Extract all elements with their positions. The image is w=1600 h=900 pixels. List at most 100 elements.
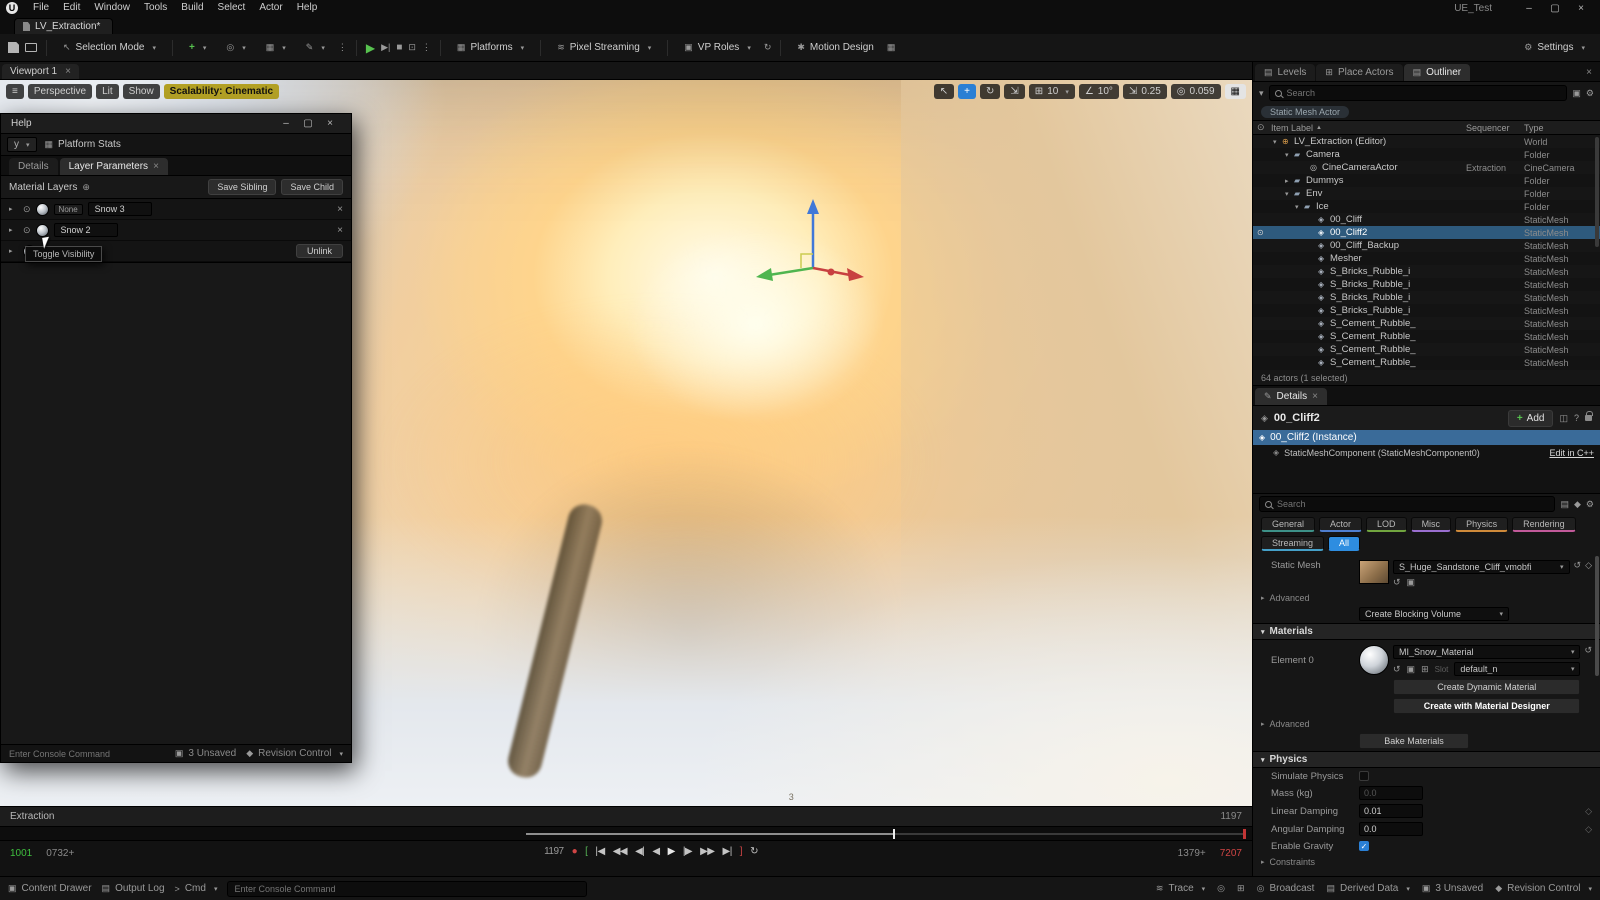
visibility-column-icon[interactable]: ⊙ [1257, 122, 1271, 133]
create-dynamic-material-button[interactable]: Create Dynamic Material [1393, 679, 1581, 695]
editor-modes-dropdown[interactable]: ✎ ▾ [299, 39, 332, 56]
scale-snap-toggle[interactable]: ⇲ 0.25 [1122, 84, 1167, 99]
outliner-row[interactable]: ⊙ ◈ 00_Cliff2 StaticMesh [1253, 226, 1600, 239]
outliner-search-input[interactable] [1286, 88, 1562, 98]
panes-icon[interactable]: ◫ [1559, 413, 1568, 424]
layer-thumbnail[interactable] [35, 202, 49, 216]
transport-button[interactable]: |▶ [683, 846, 693, 857]
type-column[interactable]: Type [1524, 123, 1596, 133]
sequencer-column[interactable]: Sequencer [1466, 123, 1524, 133]
transport-button[interactable]: [ [585, 846, 588, 857]
unsaved-indicator[interactable]: ▣ 3 Unsaved [1422, 883, 1483, 894]
instance-row[interactable]: ◈ 00_Cliff2 (Instance) [1253, 430, 1600, 445]
trace-dropdown[interactable]: ≋ Trace ▾ [1156, 883, 1205, 894]
kebab-menu-icon[interactable]: ⋮ [338, 42, 347, 53]
outliner-row[interactable]: ◈ S_Cement_Rubble_ StaticMesh [1253, 317, 1600, 330]
transport-button[interactable]: ● [572, 846, 578, 857]
materials-section-header[interactable]: ▾ Materials [1253, 623, 1600, 640]
use-selected-icon[interactable]: ↺ [1393, 664, 1401, 675]
save-child-button[interactable]: Save Child [281, 179, 343, 195]
add-component-button[interactable]: + Add [1507, 409, 1554, 427]
selection-mode-dropdown[interactable]: ↖ Selection Mode ▾ [56, 39, 163, 56]
menu-item[interactable]: Build [174, 0, 210, 16]
details-scrollbar[interactable] [1595, 556, 1599, 676]
window-close-button[interactable]: × [1568, 3, 1594, 14]
expand-arrow-icon[interactable]: ▾ [1285, 190, 1294, 198]
visibility-eye-icon[interactable]: ⊙ [23, 204, 31, 215]
create-blocking-volume-dropdown[interactable]: Create Blocking Volume ▾ [1359, 607, 1509, 621]
outliner-row[interactable]: ▸ ▰ Dummys Folder [1253, 174, 1600, 187]
category-chip[interactable]: Misc [1410, 517, 1452, 532]
tab-details[interactable]: ✎ Details × [1255, 388, 1327, 405]
category-chip[interactable]: All [1328, 536, 1361, 551]
menu-item[interactable]: Window [87, 0, 137, 16]
revert-diamond-icon[interactable]: ◇ [1585, 560, 1592, 571]
category-dropdown[interactable]: y ▾ [7, 137, 37, 152]
outliner-row[interactable]: ◈ S_Cement_Rubble_ StaticMesh [1253, 330, 1600, 343]
browse-to-asset-icon[interactable]: ▣ [1407, 577, 1416, 588]
expand-arrow-icon[interactable]: ▸ [9, 247, 18, 255]
expand-arrow-icon[interactable]: ▸ [1285, 177, 1294, 185]
window-minimize-button[interactable]: – [275, 118, 297, 129]
add-actor-dropdown[interactable]: + ▾ [182, 39, 213, 56]
close-icon[interactable]: × [153, 161, 159, 172]
outliner-row[interactable]: ◈ S_Cement_Rubble_ StaticMesh [1253, 343, 1600, 356]
vp-roles-dropdown[interactable]: ▣ VP Roles ▾ [677, 39, 758, 56]
enable-gravity-checkbox[interactable]: ✓ [1359, 841, 1369, 851]
materials-advanced-toggle[interactable]: ▸ Advanced [1253, 716, 1600, 731]
mark-in-frame[interactable]: 0732+ [46, 848, 74, 859]
material-thumbnail[interactable] [1359, 645, 1389, 675]
outliner-search-box[interactable] [1268, 85, 1568, 101]
console-command-input[interactable] [9, 748, 165, 759]
landscape-mode-dropdown[interactable]: ▦ ▾ [259, 39, 293, 56]
record-icon[interactable]: ◎ [1217, 883, 1225, 894]
static-mesh-thumbnail[interactable] [1359, 560, 1389, 584]
blend-asset-dropdown[interactable]: None [53, 203, 83, 215]
perspective-dropdown[interactable]: Perspective [27, 84, 93, 99]
expand-arrow-icon[interactable]: ▸ [9, 205, 18, 213]
motion-design-button[interactable]: ✱ Motion Design [790, 39, 880, 56]
tab-lv-extraction[interactable]: LV_Extraction* [14, 18, 114, 34]
menu-item[interactable]: Help [290, 0, 325, 16]
transport-button[interactable]: ↻ [750, 846, 758, 857]
save-sibling-button[interactable]: Save Sibling [208, 179, 277, 195]
viewport-options-menu[interactable]: ≡ [6, 84, 24, 99]
slot-dropdown[interactable]: default_n ▾ [1454, 662, 1581, 676]
unsaved-indicator[interactable]: ▣ 3 Unsaved [175, 748, 236, 759]
select-tool[interactable]: ↖ [933, 84, 955, 99]
transport-button[interactable]: ◀| [635, 846, 645, 857]
reset-icon[interactable]: ↺ [1574, 560, 1582, 571]
visibility-eye-icon[interactable]: ⊙ [23, 225, 31, 236]
window-maximize-button[interactable]: ▢ [1542, 3, 1568, 14]
sequencer-timeline[interactable] [0, 827, 1252, 841]
remove-layer-icon[interactable]: × [337, 225, 343, 236]
layer-thumbnail[interactable] [35, 223, 49, 237]
settings-dropdown[interactable]: ⚙ Settings ▾ [1517, 39, 1592, 56]
material-dropdown[interactable]: MI_Snow_Material ▾ [1393, 645, 1581, 659]
timeline-track[interactable] [525, 829, 1246, 839]
revision-control-button[interactable]: ◆ Revision Control ▾ [1495, 883, 1592, 894]
eject-button[interactable]: ⊡ [408, 42, 416, 53]
camera-speed-control[interactable]: ◎ 0.059 [1170, 84, 1221, 99]
tab-layer-parameters[interactable]: Layer Parameters × [59, 158, 168, 175]
rotate-tool[interactable]: ↻ [980, 84, 1001, 99]
playback-start-frame[interactable]: 1001 [10, 848, 32, 859]
tab-viewport-1[interactable]: Viewport 1 × [2, 64, 79, 79]
unlink-button[interactable]: Unlink [295, 244, 343, 258]
tab-levels[interactable]: ▤ Levels [1255, 64, 1316, 81]
layer-name-field[interactable]: Snow 3 [87, 202, 152, 216]
broadcast-button[interactable]: ◎ Broadcast [1257, 883, 1315, 894]
outliner-row[interactable]: ▾ ▰ Env Folder [1253, 187, 1600, 200]
expand-arrow-icon[interactable]: ▾ [1273, 138, 1282, 146]
reset-icon[interactable]: ↺ [1584, 645, 1592, 656]
revert-diamond-icon[interactable]: ◇ [1585, 824, 1592, 835]
transport-button[interactable]: |◀ [595, 846, 605, 857]
outliner-row[interactable]: ◈ S_Cement_Rubble_ StaticMesh [1253, 356, 1600, 369]
menu-item[interactable]: Tools [137, 0, 174, 16]
scalability-warning-badge[interactable]: Scalability: Cinematic [163, 84, 280, 99]
outliner-row[interactable]: ◈ 00_Cliff_Backup StaticMesh [1253, 239, 1600, 252]
sequencer-header[interactable]: Extraction 1197 [0, 807, 1252, 827]
edit-in-cpp-link[interactable]: Edit in C++ [1549, 448, 1594, 458]
revert-diamond-icon[interactable]: ◇ [1585, 806, 1592, 817]
browse-icon[interactable] [25, 43, 37, 52]
